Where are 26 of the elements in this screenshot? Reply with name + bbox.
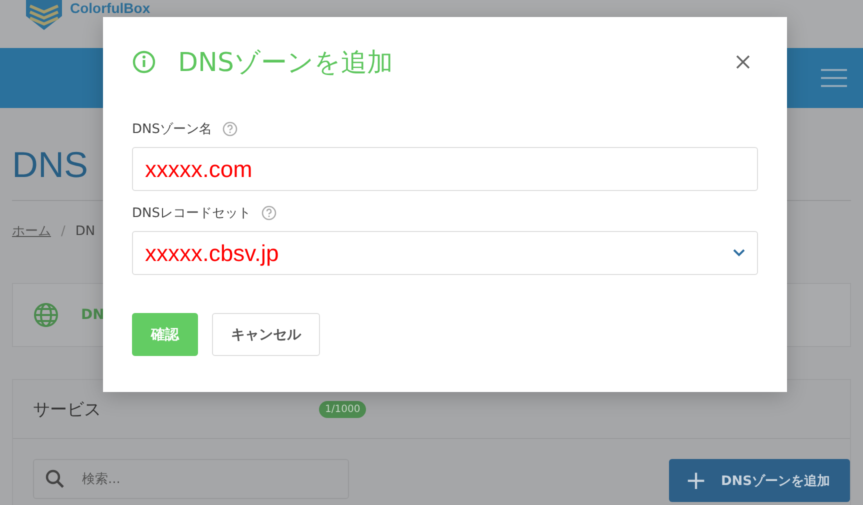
help-icon[interactable]	[261, 205, 277, 221]
breadcrumb-link[interactable]: ホーム	[12, 222, 51, 240]
chevron-icon	[733, 249, 745, 257]
field-label: DNSレコードセット	[132, 205, 251, 222]
cancel-button[interactable]: キャンセル	[212, 313, 320, 356]
confirm-button[interactable]: 確認	[132, 313, 198, 356]
breadcrumb-current: DN	[75, 224, 96, 238]
card-label: DN	[81, 307, 104, 323]
panel-title: サービス	[33, 398, 102, 420]
add-zone-button[interactable]: + DNSゾーンを追加	[669, 459, 850, 502]
record-set-dropdown[interactable]: xxxxx.cbsv.jp	[132, 231, 758, 275]
dialog-title: DNSゾーンを追加	[178, 46, 394, 80]
breadcrumb-separator: /	[61, 224, 66, 238]
info-icon	[132, 50, 156, 74]
logo-text: ColorfulBox	[70, 0, 150, 17]
zone-name-field[interactable]: xxxxx.com	[132, 147, 758, 191]
field-label: DNSゾーン名	[132, 121, 212, 138]
menu-icon[interactable]	[821, 69, 847, 87]
search-icon	[45, 469, 65, 489]
count-badge: 1/1000	[319, 400, 366, 418]
logo-icon	[24, 0, 64, 30]
page-heading: DNS	[12, 144, 88, 187]
globe-icon	[33, 302, 59, 328]
search-field[interactable]: 検索...	[33, 459, 349, 499]
close-icon[interactable]	[736, 55, 750, 69]
help-icon[interactable]	[222, 121, 238, 137]
